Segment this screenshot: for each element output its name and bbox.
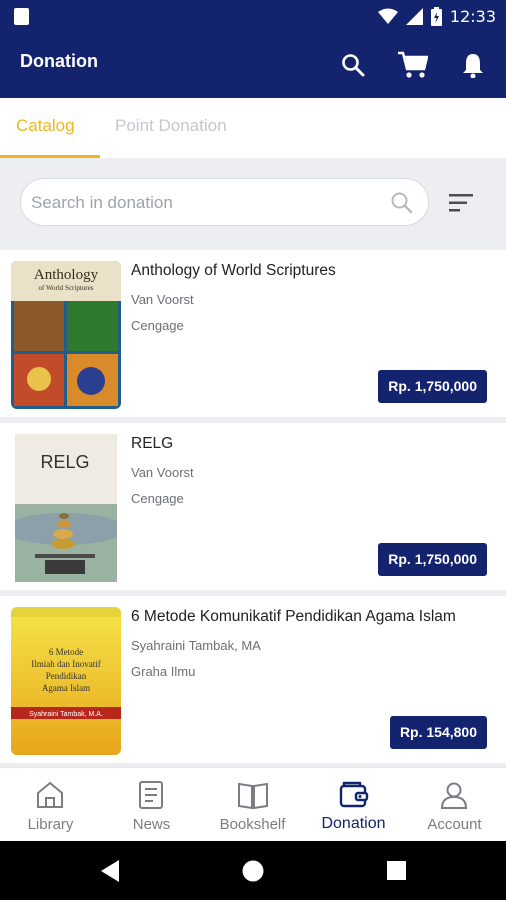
nav-label: Account	[427, 816, 482, 833]
cover-title: RELG	[40, 452, 89, 472]
status-time: 12:33	[449, 6, 496, 26]
status-bar: 12:33	[0, 0, 506, 32]
notifications-button[interactable]	[456, 48, 490, 82]
search-button[interactable]	[336, 48, 370, 82]
svg-text:Ilmiah dan Inovatif: Ilmiah dan Inovatif	[31, 659, 100, 669]
price-button[interactable]: Rp. 1,750,000	[378, 370, 487, 403]
cover-author: Syahraini Tambak, M.A.	[29, 711, 103, 718]
book-author: Van Voorst	[131, 465, 194, 480]
bottom-nav: Library News Bookshelf Donation Account	[0, 767, 506, 841]
nav-label: News	[132, 816, 171, 833]
nav-news[interactable]: News	[101, 768, 202, 842]
search-box	[20, 178, 429, 226]
nav-label: Bookshelf	[219, 816, 286, 833]
donation-icon	[339, 781, 369, 808]
book-cover: RELG	[15, 434, 117, 582]
svg-text:Agama Islam: Agama Islam	[42, 683, 90, 693]
book-publisher: Cengage	[131, 491, 184, 506]
book-author: Syahraini Tambak, MA	[131, 638, 261, 653]
nav-label: Library	[27, 816, 74, 833]
book-publisher: Cengage	[131, 318, 184, 333]
tab-bar: Catalog Point Donation	[0, 98, 506, 158]
search-area	[0, 158, 506, 248]
book-icon	[238, 782, 268, 810]
tab-point-donation[interactable]: Point Donation	[115, 116, 227, 136]
search-input[interactable]	[31, 190, 381, 216]
list-item[interactable]: RELG RELG Van Voorst Cengage Rp. 1,750,0…	[0, 423, 506, 590]
bell-icon	[463, 54, 483, 78]
book-title[interactable]: Anthology of World Scriptures	[131, 262, 336, 280]
book-title[interactable]: RELG	[131, 435, 173, 453]
list-item[interactable]: Anthology of World Scriptures Anthology …	[0, 250, 506, 417]
nav-label: Donation	[321, 815, 386, 832]
list-item[interactable]: 6 Metode Ilmiah dan Inovatif Pendidikan …	[0, 596, 506, 763]
recents-icon[interactable]	[387, 861, 406, 880]
sd-card-icon	[14, 8, 29, 25]
page-title: Donation	[20, 51, 98, 71]
price-button[interactable]: Rp. 154,800	[389, 716, 487, 749]
news-icon	[139, 781, 163, 809]
search-icon[interactable]	[390, 191, 414, 215]
book-title[interactable]: 6 Metode Komunikatif Pendidikan Agama Is…	[131, 608, 456, 626]
app-bar: Donation	[0, 32, 506, 98]
back-icon[interactable]	[101, 860, 121, 882]
svg-text:Pendidikan: Pendidikan	[46, 671, 87, 681]
cart-icon	[398, 51, 428, 78]
cover-subtitle: of World Scriptures	[39, 284, 94, 292]
price-button[interactable]: Rp. 1,750,000	[378, 543, 487, 576]
cart-button[interactable]	[396, 48, 430, 82]
book-publisher: Graha Ilmu	[131, 664, 196, 679]
sort-icon[interactable]	[449, 192, 475, 214]
search-icon	[342, 54, 365, 77]
nav-account[interactable]: Account	[404, 768, 505, 842]
home-icon	[37, 781, 63, 808]
svg-text:6 Metode: 6 Metode	[49, 647, 83, 657]
tab-catalog[interactable]: Catalog	[16, 116, 75, 136]
signal-icon	[405, 7, 423, 25]
battery-icon	[430, 6, 442, 26]
book-cover: Anthology of World Scriptures	[11, 261, 121, 409]
nav-bookshelf[interactable]: Bookshelf	[202, 768, 303, 842]
book-cover: 6 Metode Ilmiah dan Inovatif Pendidikan …	[11, 607, 121, 755]
status-icons: 12:33	[377, 5, 496, 27]
wifi-icon	[377, 8, 398, 24]
book-author: Van Voorst	[131, 292, 194, 307]
home-button-icon[interactable]	[242, 860, 264, 882]
nav-donation[interactable]: Donation	[303, 768, 404, 842]
cover-title: Anthology	[34, 267, 99, 283]
nav-library[interactable]: Library	[0, 768, 101, 842]
system-nav-bar	[0, 841, 506, 900]
account-icon	[440, 782, 468, 809]
